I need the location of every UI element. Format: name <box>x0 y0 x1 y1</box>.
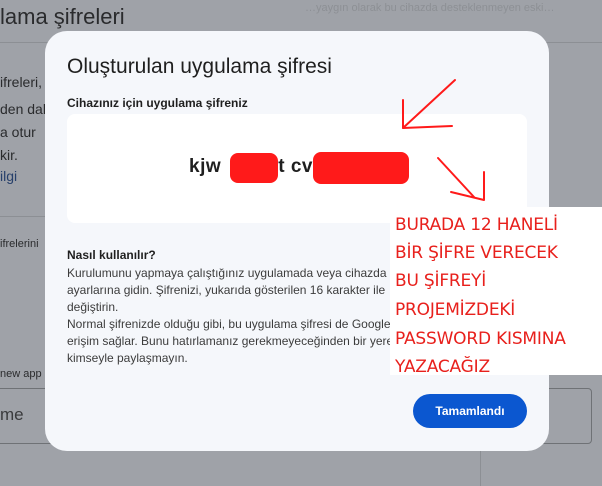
annotation-line: PASSWORD KISMINA <box>395 329 566 349</box>
arrow-to-password-icon <box>402 79 456 129</box>
annotation-line: BURADA 12 HANELİ <box>395 215 558 235</box>
annotation-note: BURADA 12 HANELİ BİR ŞİFRE VERECEK BU Şİ… <box>390 207 602 375</box>
arrow-to-note-icon <box>437 157 485 201</box>
annotation-line: BİR ŞİFRE VERECEK <box>395 243 558 263</box>
annotation-line: YAZACAĞIZ <box>395 357 490 375</box>
annotation-line: BU ŞİFREYİ <box>395 271 487 291</box>
annotation-line: PROJEMİZDEKİ <box>395 300 516 320</box>
